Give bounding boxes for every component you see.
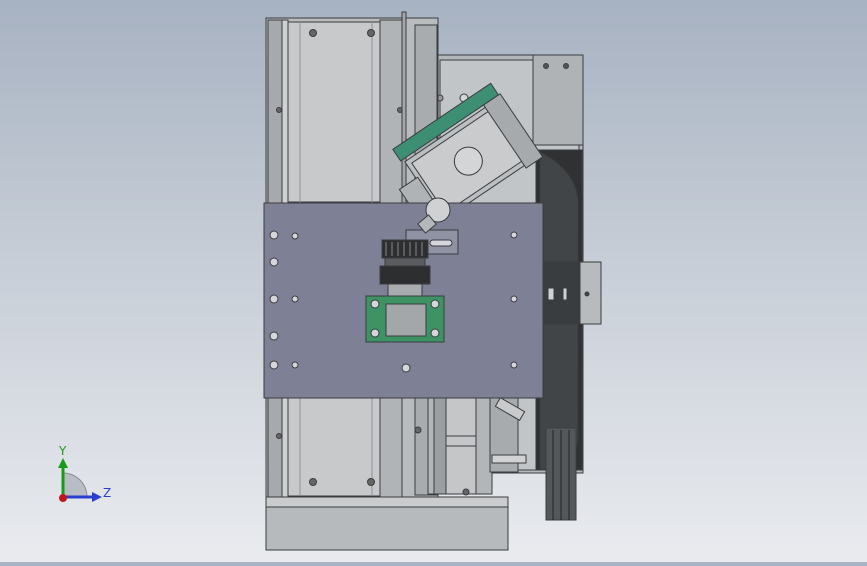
y-axis-label: Y	[58, 444, 67, 458]
axis-triad: Y Z	[58, 444, 111, 502]
lens-holder-bracket	[365, 295, 445, 343]
cad-viewport[interactable]: Y Z	[0, 0, 867, 562]
lower-drive	[414, 396, 527, 496]
base-plate	[265, 496, 509, 551]
z-axis-arrow-head	[92, 492, 102, 502]
z-axis-label: Z	[103, 486, 111, 500]
cad-assembly	[263, 11, 602, 551]
y-axis-arrow-head	[58, 458, 68, 468]
triad-quadrant	[62, 472, 88, 498]
dark-drum	[535, 149, 602, 471]
camera-lens	[379, 239, 431, 297]
cable-bundle	[545, 427, 577, 521]
x-axis-dot	[59, 494, 67, 502]
